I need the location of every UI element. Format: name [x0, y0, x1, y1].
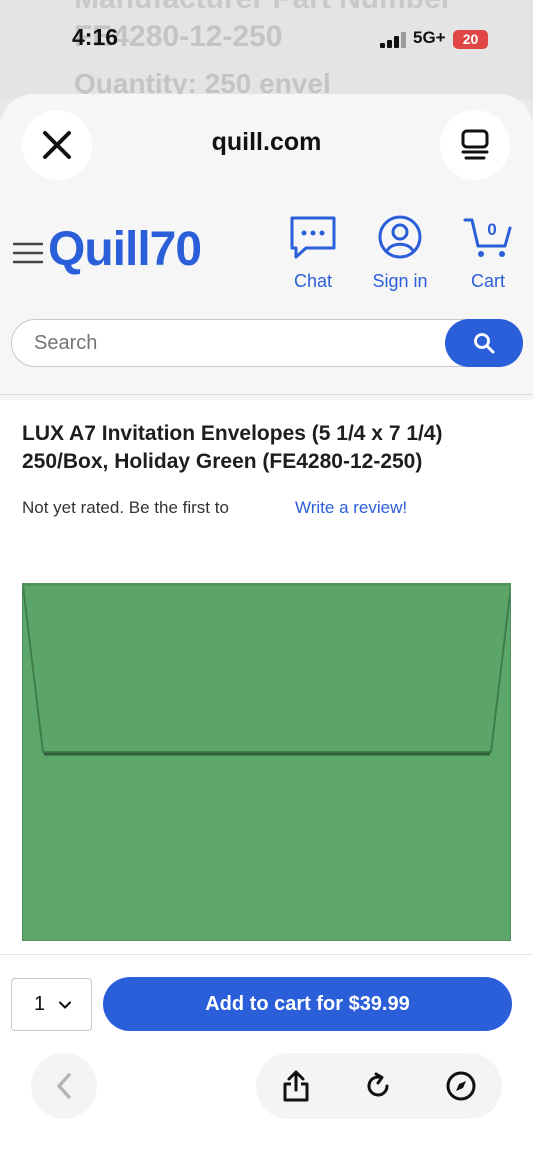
- network-label: 5G+: [413, 28, 446, 47]
- search-button[interactable]: [445, 319, 523, 367]
- back-button[interactable]: [31, 1053, 97, 1119]
- cart-bar: 1 Add to cart for $39.99: [0, 954, 533, 1156]
- product-title: LUX A7 Invitation Envelopes (5 1/4 x 7 1…: [22, 422, 443, 473]
- tabs-icon: [461, 129, 489, 160]
- header-divider: [0, 394, 533, 395]
- share-button[interactable]: [277, 1067, 315, 1105]
- sign-in-label: Sign in: [372, 271, 428, 291]
- browser-toolbar: [256, 1053, 502, 1119]
- compass-button[interactable]: [442, 1067, 480, 1105]
- site-logo[interactable]: Quill70: [48, 222, 202, 277]
- battery-icon: 20: [453, 30, 488, 49]
- product-page: LUX A7 Invitation Envelopes (5 1/4 x 7 1…: [0, 400, 533, 960]
- cart-label: Cart: [470, 271, 505, 291]
- search-input[interactable]: [34, 332, 414, 355]
- sign-in-button[interactable]: Sign in: [364, 214, 436, 292]
- rating-text: Not yet rated. Be the first to: [22, 498, 229, 517]
- product-image[interactable]: [22, 583, 511, 941]
- add-to-cart-button[interactable]: Add to cart for $39.99: [103, 977, 512, 1031]
- chat-label: Chat: [293, 271, 333, 291]
- compass-icon: [446, 1071, 476, 1101]
- background-page-text: Manufacturer Part Number: [74, 0, 452, 16]
- cart-icon: 0: [463, 218, 512, 257]
- chat-button[interactable]: Chat: [284, 214, 342, 292]
- write-review-link[interactable]: Write a review!: [295, 498, 407, 518]
- chevron-down-icon: [59, 1001, 72, 1009]
- share-icon: [283, 1070, 309, 1102]
- envelope-image: [23, 584, 510, 940]
- signal-icon: [380, 32, 406, 48]
- chat-icon: [290, 216, 336, 259]
- status-bar: Manufacturer Part Number FE4280-12-250 Q…: [0, 0, 533, 100]
- reload-icon: [367, 1072, 389, 1097]
- search-icon: [474, 333, 495, 354]
- cart-button[interactable]: 0 Cart: [462, 214, 514, 292]
- browser-sheet: quill.com Quill70 Chat Sign in 0 Cart Se…: [0, 94, 533, 1156]
- cart-count: 0: [487, 220, 496, 239]
- chevron-left-icon: [57, 1073, 71, 1099]
- tabs-button[interactable]: [440, 110, 510, 180]
- user-icon: [378, 215, 422, 259]
- quantity-value: 1: [34, 993, 46, 1015]
- quantity-select[interactable]: 1: [11, 978, 92, 1031]
- clock: 4:16: [72, 24, 119, 50]
- reload-button[interactable]: [359, 1067, 397, 1105]
- menu-icon[interactable]: [13, 242, 43, 264]
